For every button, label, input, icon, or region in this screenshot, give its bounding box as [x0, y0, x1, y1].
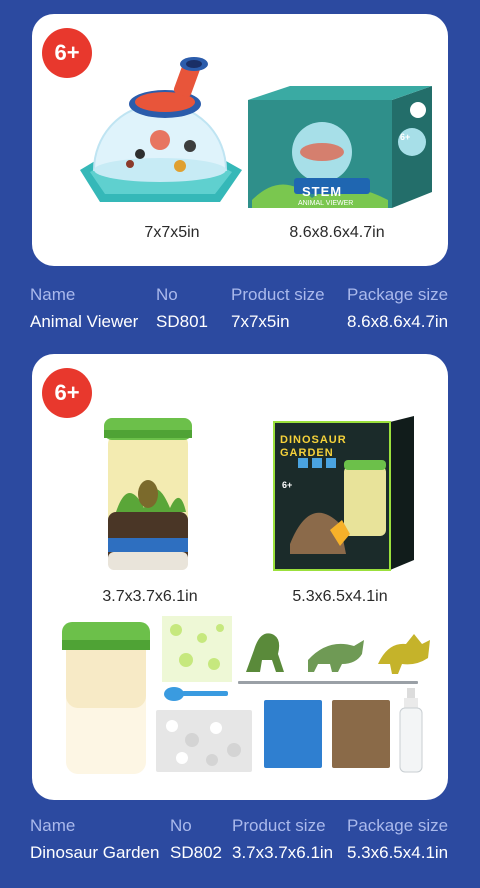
- value-product-size: 3.7x3.7x6.1in: [232, 843, 334, 862]
- empty-jar-image: [62, 622, 150, 774]
- box-subtitle: ANIMAL VIEWER: [298, 200, 354, 207]
- metal-rod-image: [238, 681, 418, 684]
- header-package-size: Package size: [347, 816, 449, 835]
- product-card-animal-viewer: 6+ STEM ANIMAL VIEWER 6+ 7x7x5in 8.6x8.6…: [32, 14, 448, 266]
- header-product-size: Product size: [231, 285, 325, 304]
- value-no: SD801: [156, 312, 208, 331]
- spray-bottle-image: [399, 688, 423, 773]
- value-package-size: 8.6x8.6x4.7in: [347, 312, 449, 331]
- header-no: No: [170, 816, 192, 835]
- value-product-size: 7x7x5in: [231, 312, 290, 331]
- box-title-line-1: DINOSAUR: [280, 434, 347, 446]
- product-card-dinosaur-garden: 6+ DINOSAUR GARDEN 6+ 3.7x3.7x6.1in 5.3x…: [32, 354, 448, 800]
- age-badge: 6+: [42, 368, 92, 418]
- product-size-caption: 3.7x3.7x6.1in: [102, 588, 198, 605]
- value-no: SD802: [170, 843, 222, 862]
- box-title-line-2: GARDEN: [280, 447, 334, 459]
- glow-sticker-sheet-image: [162, 616, 232, 682]
- value-package-size: 5.3x6.5x4.1in: [347, 843, 449, 862]
- product-size-caption: 7x7x5in: [144, 224, 200, 241]
- header-name: Name: [30, 285, 76, 304]
- blue-sand-bag-image: [264, 700, 322, 768]
- dinosaur-figures-image: [246, 633, 430, 674]
- header-no: No: [156, 285, 178, 304]
- box-age-badge: 6+: [400, 132, 411, 142]
- soil-bag-image: [332, 700, 390, 768]
- value-name: Dinosaur Garden: [30, 843, 160, 862]
- animal-viewer-product-image: [80, 57, 242, 202]
- package-size-caption: 5.3x6.5x4.1in: [292, 588, 388, 605]
- header-product-size: Product size: [232, 816, 326, 835]
- package-size-caption: 8.6x8.6x4.7in: [289, 224, 385, 241]
- header-name: Name: [30, 816, 76, 835]
- box-age-badge: 6+: [282, 480, 293, 490]
- header-package-size: Package size: [347, 285, 449, 304]
- box-title: STEM: [302, 184, 343, 199]
- animal-viewer-box-image: [248, 86, 432, 208]
- dinosaur-garden-jar-image: [104, 418, 192, 570]
- scoop-tool-image: [164, 687, 228, 701]
- white-stone-bag-image: [156, 710, 252, 772]
- value-name: Animal Viewer: [30, 312, 139, 331]
